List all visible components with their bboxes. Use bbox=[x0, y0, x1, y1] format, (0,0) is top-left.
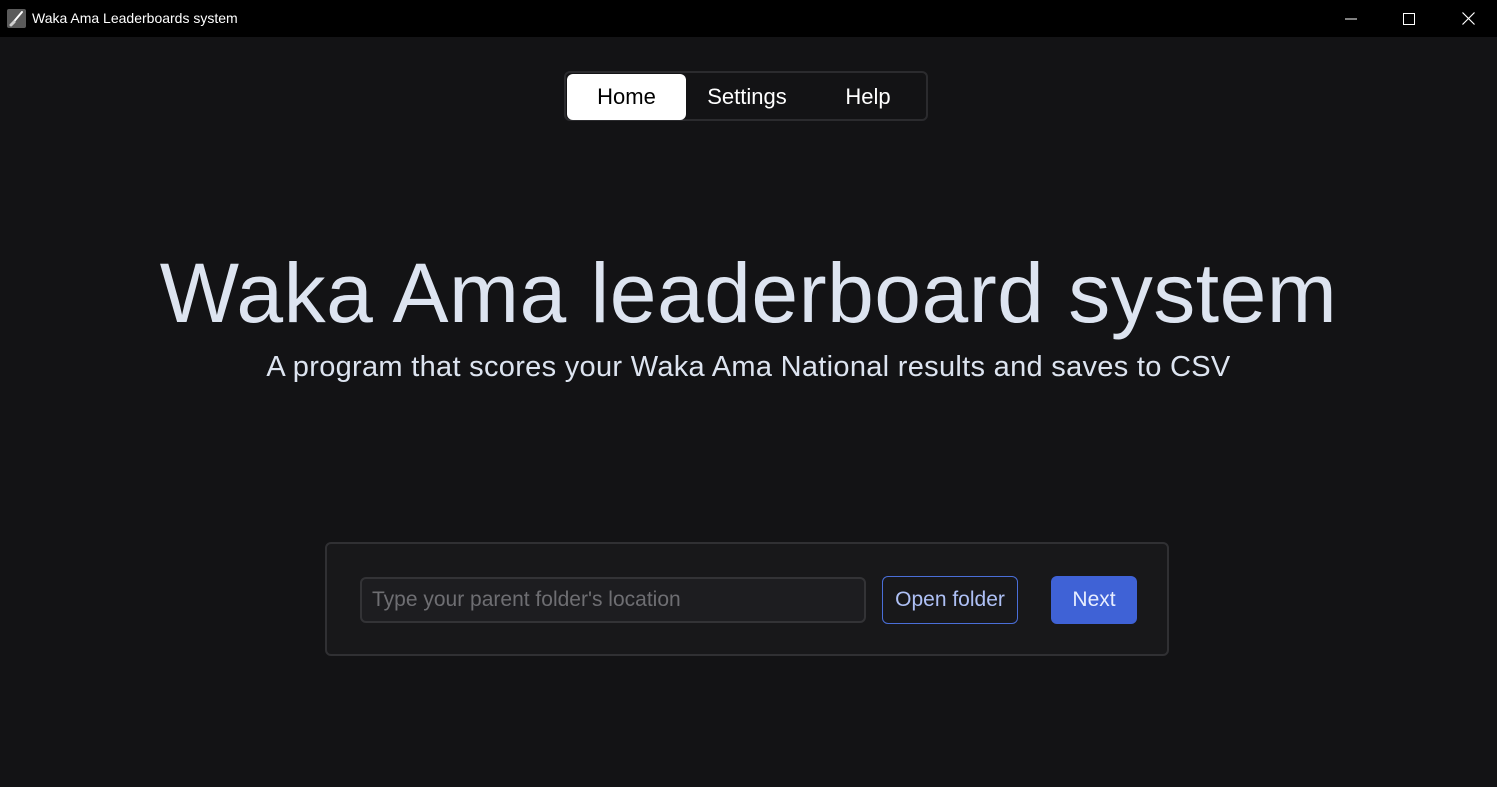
open-folder-button[interactable]: Open folder bbox=[882, 576, 1018, 624]
page-subtitle: A program that scores your Waka Ama Nati… bbox=[266, 351, 1231, 383]
segmented-tab-bar: Home Settings Help bbox=[564, 71, 928, 121]
close-icon bbox=[1461, 12, 1475, 25]
app-icon bbox=[7, 9, 26, 28]
next-button[interactable]: Next bbox=[1051, 576, 1137, 624]
folder-location-input[interactable] bbox=[360, 577, 866, 623]
tab-help[interactable]: Help bbox=[809, 74, 927, 120]
window-title: Waka Ama Leaderboards system bbox=[32, 10, 238, 26]
minimize-button[interactable] bbox=[1322, 0, 1380, 37]
close-button[interactable] bbox=[1439, 0, 1497, 37]
maximize-icon bbox=[1403, 12, 1415, 25]
tab-home[interactable]: Home bbox=[567, 74, 686, 120]
window-titlebar: Waka Ama Leaderboards system bbox=[0, 0, 1497, 37]
maximize-button[interactable] bbox=[1380, 0, 1438, 37]
folder-picker-card: Open folder Next bbox=[325, 542, 1169, 656]
minimize-icon bbox=[1345, 13, 1357, 25]
page-title: Waka Ama leaderboard system bbox=[159, 246, 1338, 340]
tab-settings[interactable]: Settings bbox=[687, 74, 807, 120]
